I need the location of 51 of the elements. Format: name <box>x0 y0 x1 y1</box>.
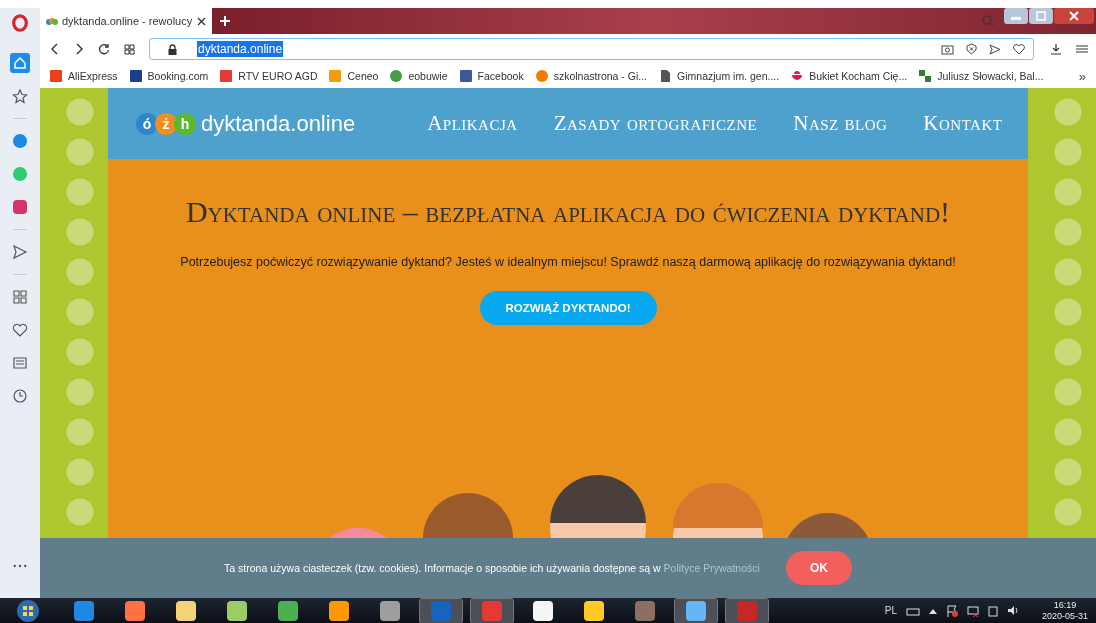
bookmark[interactable]: eobuwie <box>390 70 448 82</box>
shield-icon[interactable] <box>966 43 977 55</box>
speaker-icon[interactable] <box>1006 605 1019 616</box>
flag-icon[interactable] <box>945 604 958 617</box>
keyboard-icon[interactable] <box>905 605 920 616</box>
bookmark[interactable]: AliExpress <box>50 70 118 82</box>
favicon-icon <box>46 17 58 25</box>
new-tab-icon[interactable] <box>220 16 230 26</box>
close-window-icon[interactable] <box>1054 8 1094 24</box>
reload-icon[interactable] <box>98 43 110 55</box>
bookmark[interactable]: Bukiet Kocham Cię... <box>791 70 908 82</box>
minimize-icon[interactable] <box>1004 8 1028 24</box>
cookie-notice-text: Ta strona używa ciasteczek (tzw. cookies). Informacje o sposobie ich używania dostępne są w Polityce Prywatności <box>224 562 760 574</box>
more-bookmarks-button[interactable]: » <box>1078 68 1086 84</box>
sidebar-grid-icon[interactable] <box>10 287 30 307</box>
sidebar-star-icon[interactable] <box>10 86 30 106</box>
bookmark[interactable]: Facebook <box>459 70 524 82</box>
lock-icon <box>168 43 177 55</box>
site-logo[interactable]: ó ż h dyktanda.online <box>136 110 356 137</box>
heart-icon[interactable] <box>1013 43 1025 55</box>
bookmark[interactable]: Booking.com <box>129 70 209 82</box>
bookmark[interactable]: Ceneo <box>329 70 379 82</box>
maximize-icon[interactable] <box>1029 8 1053 24</box>
bookmark-document-icon <box>659 70 672 82</box>
sidebar-home-icon[interactable] <box>10 53 30 73</box>
send-icon[interactable] <box>989 43 1001 55</box>
hero-title: Dyktanda online – bezpłatna aplikacja do ćwiczenia dyktand! <box>185 195 951 229</box>
back-icon[interactable] <box>50 43 60 55</box>
bookmark[interactable]: RTV EURO AGD <box>220 70 318 82</box>
settings-icon[interactable] <box>1076 44 1088 54</box>
bookmark[interactable]: Gimnazjum im. gen.... <box>659 70 780 82</box>
opera-logo-icon[interactable] <box>11 14 29 32</box>
power-icon[interactable] <box>987 604 998 617</box>
bookmark-square-icon <box>129 70 142 82</box>
address-field[interactable]: dyktanda.online <box>149 38 1034 60</box>
download-icon[interactable] <box>1050 43 1062 55</box>
hero-text: Potrzebujesz poćwiczyć rozwiązywanie dyktand? Jesteś w idealnym miejscu! Sprawdź naszą darmową aplikację do rozwiązywania dyktand! <box>180 255 956 269</box>
forward-icon[interactable] <box>74 43 84 55</box>
bookmark-fb-icon <box>459 70 472 82</box>
taskbar-clock[interactable]: 16:19 2020-05-31 <box>1041 599 1088 622</box>
more-icon[interactable] <box>13 564 27 568</box>
grid-icon[interactable] <box>124 43 135 55</box>
close-icon[interactable] <box>197 16 206 26</box>
tray-arrow-icon[interactable] <box>928 607 937 614</box>
sidebar-clock-icon[interactable] <box>10 386 30 406</box>
bookmark[interactable]: szkolnastrona - Gi... <box>535 70 648 82</box>
bookmark[interactable]: Juliusz Słowacki, Bal... <box>919 70 1044 82</box>
network-icon[interactable] <box>966 604 979 617</box>
camera-icon[interactable] <box>941 43 954 55</box>
language-indicator[interactable]: PL <box>884 605 897 616</box>
start-button-icon[interactable] <box>16 598 40 623</box>
